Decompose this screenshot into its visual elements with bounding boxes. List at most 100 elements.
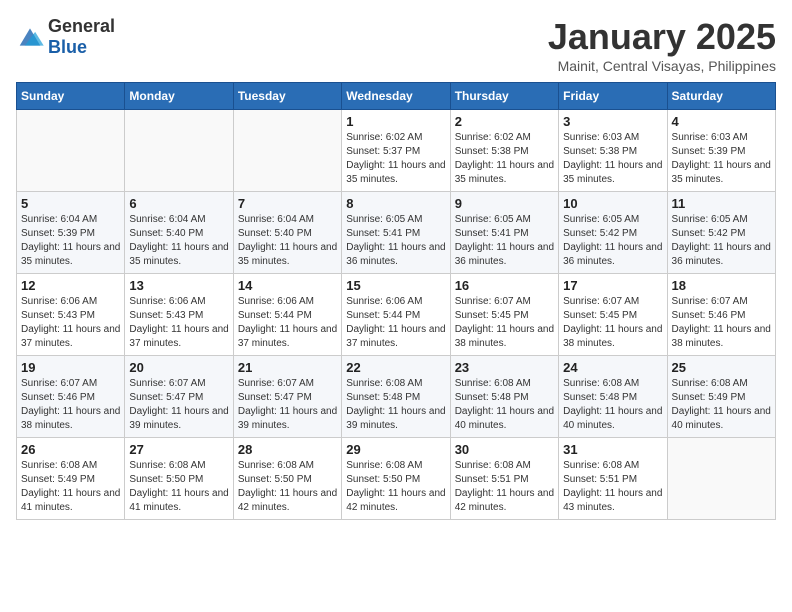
day-info: Sunrise: 6:04 AMSunset: 5:40 PMDaylight:… — [238, 213, 337, 269]
day-number: 28 — [238, 442, 337, 457]
day-info: Sunrise: 6:08 AMSunset: 5:51 PMDaylight:… — [455, 459, 554, 515]
day-info: Sunrise: 6:08 AMSunset: 5:50 PMDaylight:… — [238, 459, 337, 515]
calendar-week-row: 1 Sunrise: 6:02 AMSunset: 5:37 PMDayligh… — [17, 110, 776, 192]
calendar-cell — [667, 438, 775, 520]
calendar-cell: 20 Sunrise: 6:07 AMSunset: 5:47 PMDaylig… — [125, 356, 233, 438]
day-number: 8 — [346, 196, 445, 211]
calendar-cell: 15 Sunrise: 6:06 AMSunset: 5:44 PMDaylig… — [342, 274, 450, 356]
calendar-cell — [125, 110, 233, 192]
day-number: 18 — [672, 278, 771, 293]
day-info: Sunrise: 6:03 AMSunset: 5:39 PMDaylight:… — [672, 131, 771, 187]
day-info: Sunrise: 6:05 AMSunset: 5:42 PMDaylight:… — [563, 213, 662, 269]
location-title: Mainit, Central Visayas, Philippines — [548, 58, 776, 74]
day-number: 16 — [455, 278, 554, 293]
logo-general: General — [48, 16, 115, 36]
day-number: 27 — [129, 442, 228, 457]
day-info: Sunrise: 6:08 AMSunset: 5:50 PMDaylight:… — [129, 459, 228, 515]
day-info: Sunrise: 6:06 AMSunset: 5:43 PMDaylight:… — [129, 295, 228, 351]
weekday-header: Sunday — [17, 83, 125, 110]
day-number: 4 — [672, 114, 771, 129]
day-number: 7 — [238, 196, 337, 211]
day-info: Sunrise: 6:08 AMSunset: 5:51 PMDaylight:… — [563, 459, 662, 515]
calendar-cell: 28 Sunrise: 6:08 AMSunset: 5:50 PMDaylig… — [233, 438, 341, 520]
day-info: Sunrise: 6:02 AMSunset: 5:38 PMDaylight:… — [455, 131, 554, 187]
calendar-cell — [17, 110, 125, 192]
calendar-cell: 25 Sunrise: 6:08 AMSunset: 5:49 PMDaylig… — [667, 356, 775, 438]
calendar-cell: 23 Sunrise: 6:08 AMSunset: 5:48 PMDaylig… — [450, 356, 558, 438]
day-info: Sunrise: 6:08 AMSunset: 5:49 PMDaylight:… — [21, 459, 120, 515]
calendar-cell: 21 Sunrise: 6:07 AMSunset: 5:47 PMDaylig… — [233, 356, 341, 438]
calendar-cell: 3 Sunrise: 6:03 AMSunset: 5:38 PMDayligh… — [559, 110, 667, 192]
calendar-cell: 17 Sunrise: 6:07 AMSunset: 5:45 PMDaylig… — [559, 274, 667, 356]
calendar-cell: 27 Sunrise: 6:08 AMSunset: 5:50 PMDaylig… — [125, 438, 233, 520]
day-info: Sunrise: 6:08 AMSunset: 5:48 PMDaylight:… — [563, 377, 662, 433]
calendar-cell: 14 Sunrise: 6:06 AMSunset: 5:44 PMDaylig… — [233, 274, 341, 356]
day-number: 12 — [21, 278, 120, 293]
day-number: 9 — [455, 196, 554, 211]
calendar-cell: 1 Sunrise: 6:02 AMSunset: 5:37 PMDayligh… — [342, 110, 450, 192]
day-info: Sunrise: 6:05 AMSunset: 5:41 PMDaylight:… — [455, 213, 554, 269]
calendar-table: SundayMondayTuesdayWednesdayThursdayFrid… — [16, 82, 776, 520]
weekday-header: Wednesday — [342, 83, 450, 110]
calendar-cell: 22 Sunrise: 6:08 AMSunset: 5:48 PMDaylig… — [342, 356, 450, 438]
calendar-header-row: SundayMondayTuesdayWednesdayThursdayFrid… — [17, 83, 776, 110]
calendar-week-row: 12 Sunrise: 6:06 AMSunset: 5:43 PMDaylig… — [17, 274, 776, 356]
calendar-cell: 8 Sunrise: 6:05 AMSunset: 5:41 PMDayligh… — [342, 192, 450, 274]
day-info: Sunrise: 6:06 AMSunset: 5:44 PMDaylight:… — [346, 295, 445, 351]
calendar-cell: 12 Sunrise: 6:06 AMSunset: 5:43 PMDaylig… — [17, 274, 125, 356]
calendar-cell: 6 Sunrise: 6:04 AMSunset: 5:40 PMDayligh… — [125, 192, 233, 274]
calendar-cell: 30 Sunrise: 6:08 AMSunset: 5:51 PMDaylig… — [450, 438, 558, 520]
day-info: Sunrise: 6:07 AMSunset: 5:47 PMDaylight:… — [238, 377, 337, 433]
day-info: Sunrise: 6:04 AMSunset: 5:39 PMDaylight:… — [21, 213, 120, 269]
day-number: 24 — [563, 360, 662, 375]
day-number: 3 — [563, 114, 662, 129]
day-number: 15 — [346, 278, 445, 293]
calendar-cell: 10 Sunrise: 6:05 AMSunset: 5:42 PMDaylig… — [559, 192, 667, 274]
day-number: 1 — [346, 114, 445, 129]
calendar-week-row: 5 Sunrise: 6:04 AMSunset: 5:39 PMDayligh… — [17, 192, 776, 274]
day-number: 6 — [129, 196, 228, 211]
day-number: 25 — [672, 360, 771, 375]
day-number: 13 — [129, 278, 228, 293]
day-number: 17 — [563, 278, 662, 293]
day-info: Sunrise: 6:07 AMSunset: 5:46 PMDaylight:… — [21, 377, 120, 433]
day-info: Sunrise: 6:03 AMSunset: 5:38 PMDaylight:… — [563, 131, 662, 187]
day-number: 31 — [563, 442, 662, 457]
logo: General Blue — [16, 16, 115, 58]
weekday-header: Friday — [559, 83, 667, 110]
day-number: 29 — [346, 442, 445, 457]
day-info: Sunrise: 6:06 AMSunset: 5:44 PMDaylight:… — [238, 295, 337, 351]
day-number: 30 — [455, 442, 554, 457]
day-info: Sunrise: 6:05 AMSunset: 5:42 PMDaylight:… — [672, 213, 771, 269]
day-number: 21 — [238, 360, 337, 375]
day-number: 2 — [455, 114, 554, 129]
day-number: 10 — [563, 196, 662, 211]
day-info: Sunrise: 6:08 AMSunset: 5:48 PMDaylight:… — [346, 377, 445, 433]
calendar-cell: 4 Sunrise: 6:03 AMSunset: 5:39 PMDayligh… — [667, 110, 775, 192]
calendar-cell: 5 Sunrise: 6:04 AMSunset: 5:39 PMDayligh… — [17, 192, 125, 274]
calendar-cell: 31 Sunrise: 6:08 AMSunset: 5:51 PMDaylig… — [559, 438, 667, 520]
day-number: 14 — [238, 278, 337, 293]
day-number: 23 — [455, 360, 554, 375]
day-number: 5 — [21, 196, 120, 211]
day-number: 20 — [129, 360, 228, 375]
calendar-cell: 7 Sunrise: 6:04 AMSunset: 5:40 PMDayligh… — [233, 192, 341, 274]
calendar-cell: 29 Sunrise: 6:08 AMSunset: 5:50 PMDaylig… — [342, 438, 450, 520]
day-info: Sunrise: 6:08 AMSunset: 5:50 PMDaylight:… — [346, 459, 445, 515]
day-info: Sunrise: 6:06 AMSunset: 5:43 PMDaylight:… — [21, 295, 120, 351]
day-number: 26 — [21, 442, 120, 457]
day-info: Sunrise: 6:07 AMSunset: 5:45 PMDaylight:… — [563, 295, 662, 351]
weekday-header: Thursday — [450, 83, 558, 110]
calendar-cell: 18 Sunrise: 6:07 AMSunset: 5:46 PMDaylig… — [667, 274, 775, 356]
day-info: Sunrise: 6:05 AMSunset: 5:41 PMDaylight:… — [346, 213, 445, 269]
logo-icon — [16, 25, 44, 49]
calendar-cell: 11 Sunrise: 6:05 AMSunset: 5:42 PMDaylig… — [667, 192, 775, 274]
day-info: Sunrise: 6:07 AMSunset: 5:46 PMDaylight:… — [672, 295, 771, 351]
day-info: Sunrise: 6:08 AMSunset: 5:49 PMDaylight:… — [672, 377, 771, 433]
day-number: 11 — [672, 196, 771, 211]
calendar-cell: 16 Sunrise: 6:07 AMSunset: 5:45 PMDaylig… — [450, 274, 558, 356]
calendar-cell: 2 Sunrise: 6:02 AMSunset: 5:38 PMDayligh… — [450, 110, 558, 192]
calendar-cell: 13 Sunrise: 6:06 AMSunset: 5:43 PMDaylig… — [125, 274, 233, 356]
calendar-cell: 26 Sunrise: 6:08 AMSunset: 5:49 PMDaylig… — [17, 438, 125, 520]
calendar-cell: 9 Sunrise: 6:05 AMSunset: 5:41 PMDayligh… — [450, 192, 558, 274]
